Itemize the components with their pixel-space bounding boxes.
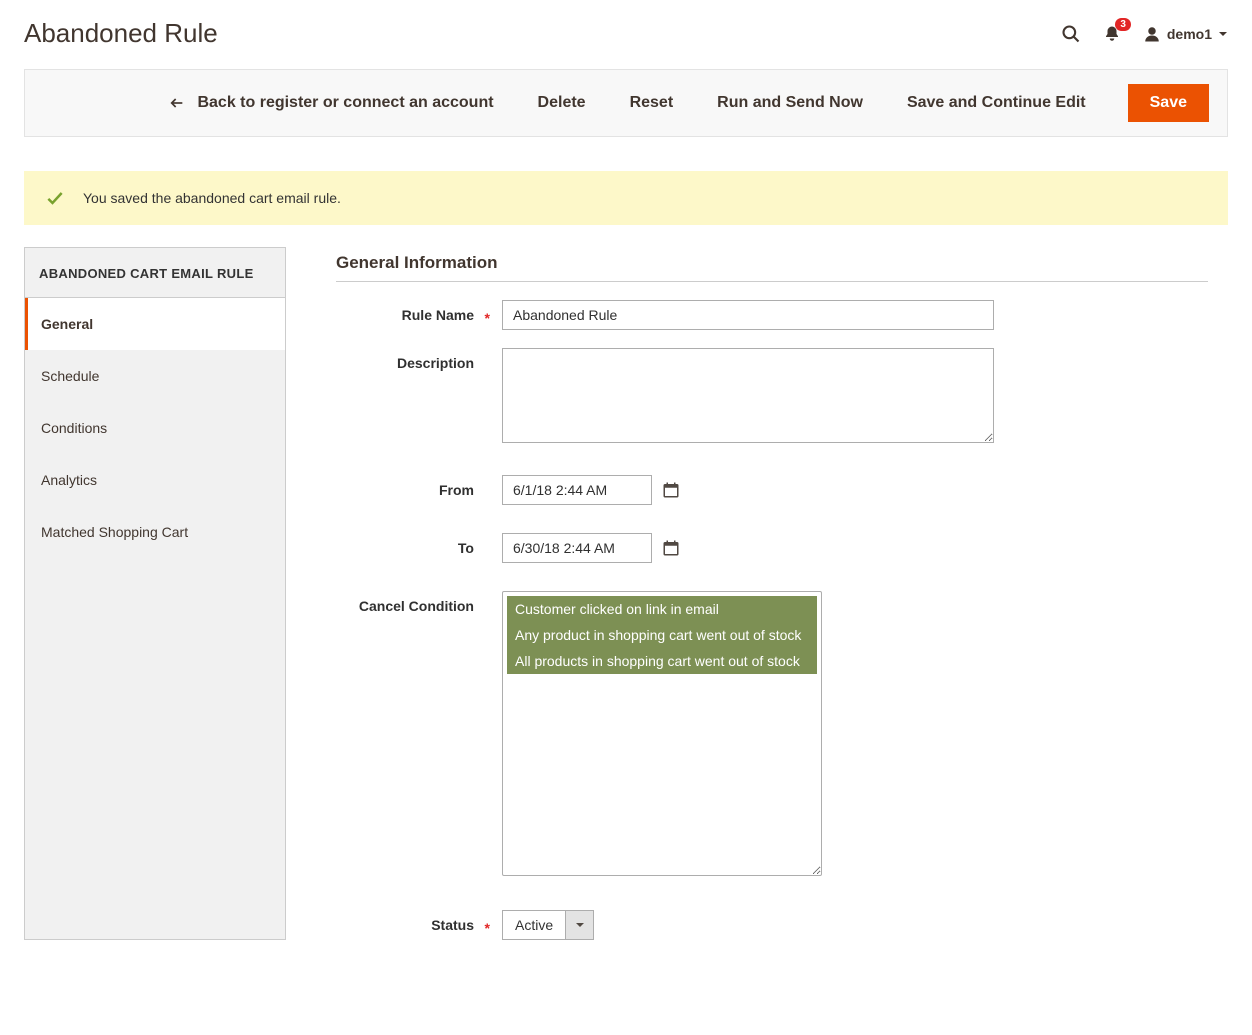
search-icon[interactable] — [1061, 24, 1081, 44]
sidebar-title: ABANDONED CART EMAIL RULE — [25, 248, 285, 298]
reset-button[interactable]: Reset — [628, 88, 676, 118]
status-value: Active — [503, 911, 565, 939]
action-toolbar: Back to register or connect an account D… — [24, 69, 1228, 137]
user-name: demo1 — [1167, 26, 1212, 42]
calendar-icon[interactable] — [662, 539, 680, 557]
cancel-condition-select[interactable]: Customer clicked on link in email Any pr… — [502, 591, 822, 876]
cancel-condition-label: Cancel Condition — [336, 591, 502, 614]
back-label: Back to register or connect an account — [197, 94, 493, 112]
description-input[interactable] — [502, 348, 994, 443]
page-title: Abandoned Rule — [24, 18, 1061, 49]
success-message: You saved the abandoned cart email rule. — [24, 171, 1228, 225]
status-label: Status* — [336, 910, 502, 933]
from-label: From — [336, 475, 502, 498]
to-date-input[interactable] — [502, 533, 652, 563]
notification-badge: 3 — [1115, 18, 1131, 31]
description-label: Description — [336, 348, 502, 371]
user-menu[interactable]: demo1 — [1143, 25, 1228, 43]
sidebar: ABANDONED CART EMAIL RULE General Schedu… — [24, 247, 286, 940]
chevron-down-icon — [565, 911, 593, 939]
tab-schedule[interactable]: Schedule — [25, 350, 285, 402]
checkmark-icon — [45, 188, 65, 208]
back-button[interactable]: Back to register or connect an account — [167, 88, 495, 118]
calendar-icon[interactable] — [662, 481, 680, 499]
run-send-now-button[interactable]: Run and Send Now — [715, 88, 865, 118]
chevron-down-icon — [1218, 29, 1228, 39]
tab-matched-shopping-cart[interactable]: Matched Shopping Cart — [25, 506, 285, 558]
user-icon — [1143, 25, 1161, 43]
delete-button[interactable]: Delete — [536, 88, 588, 118]
rule-name-input[interactable] — [502, 300, 994, 330]
from-date-input[interactable] — [502, 475, 652, 505]
save-button[interactable]: Save — [1128, 84, 1209, 122]
tab-general[interactable]: General — [25, 298, 285, 350]
save-continue-button[interactable]: Save and Continue Edit — [905, 88, 1088, 118]
back-arrow-icon — [169, 95, 185, 111]
to-label: To — [336, 533, 502, 556]
section-title: General Information — [336, 253, 1208, 282]
tab-conditions[interactable]: Conditions — [25, 402, 285, 454]
notifications-icon[interactable]: 3 — [1103, 24, 1121, 44]
status-select[interactable]: Active — [502, 910, 594, 940]
success-text: You saved the abandoned cart email rule. — [83, 190, 341, 206]
rule-name-label: Rule Name* — [336, 300, 502, 323]
tab-analytics[interactable]: Analytics — [25, 454, 285, 506]
